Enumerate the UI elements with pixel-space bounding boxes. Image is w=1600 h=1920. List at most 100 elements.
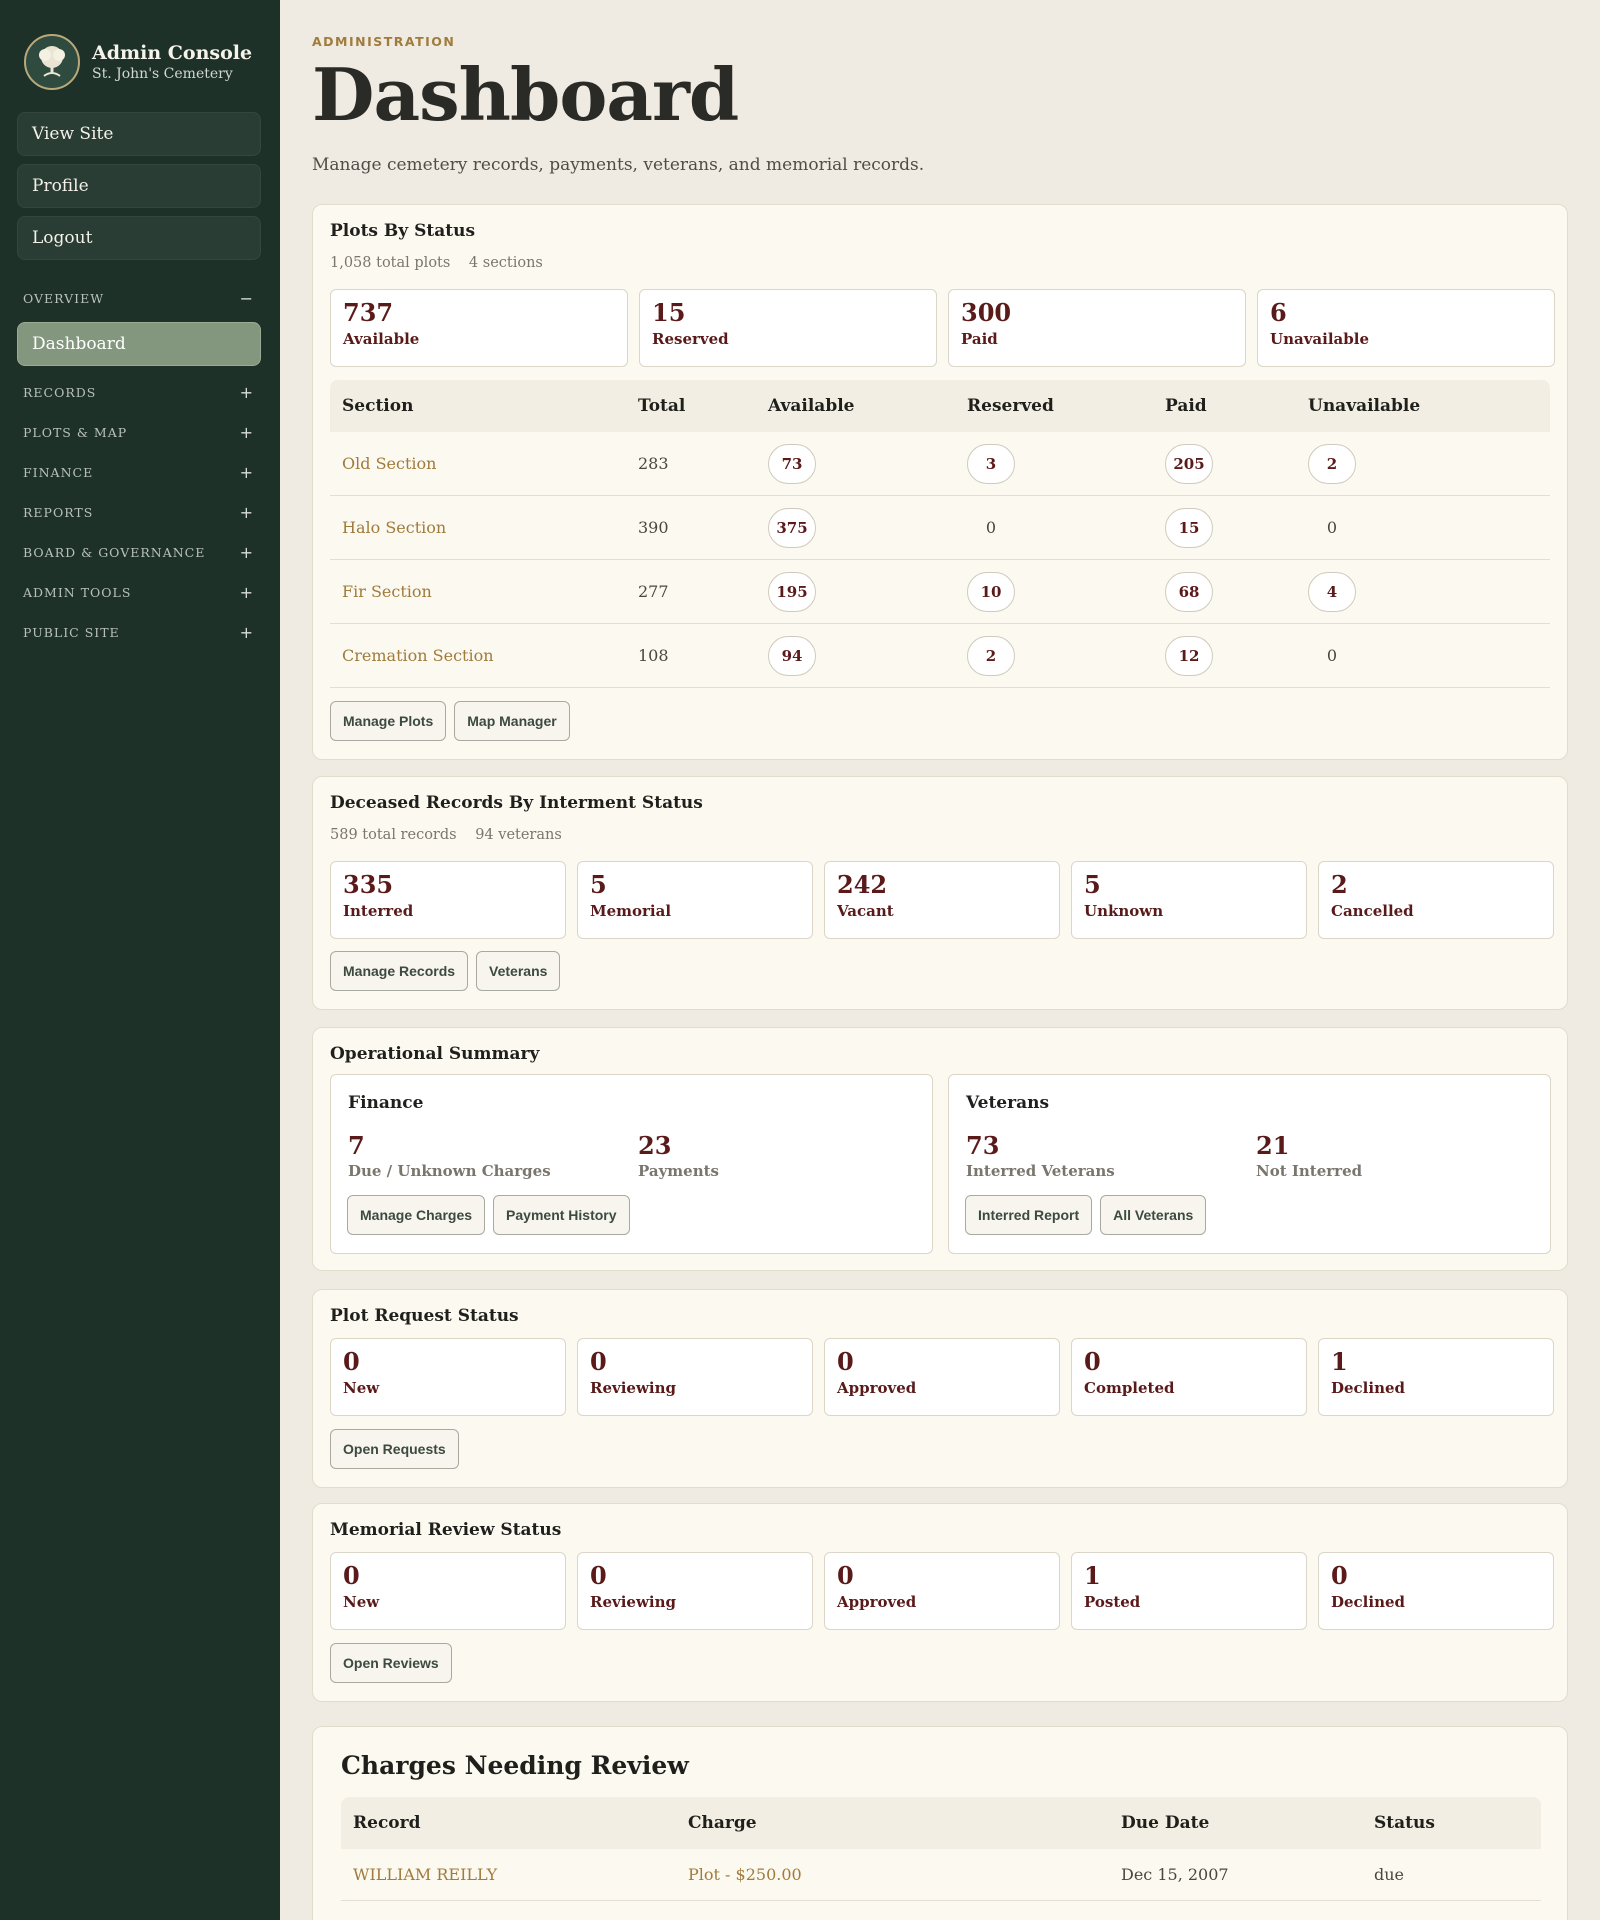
- stat-value: 0: [343, 1347, 360, 1376]
- interred-report-button[interactable]: Interred Report: [965, 1195, 1093, 1235]
- memorial-review-status-card: Memorial Review Status 0 New 0 Reviewing…: [312, 1503, 1568, 1702]
- stat-value: 5: [1084, 870, 1101, 899]
- manage-plots-button[interactable]: Manage Plots: [330, 701, 447, 741]
- open-requests-button[interactable]: Open Requests: [330, 1429, 459, 1469]
- finance-panel: Finance 7 Due / Unknown Charges 23 Payme…: [330, 1074, 933, 1254]
- charge-link[interactable]: Plot - $250.00: [688, 1865, 802, 1884]
- veterans-button[interactable]: Veterans: [476, 951, 561, 991]
- stat-value: 737: [343, 298, 394, 327]
- all-veterans-button[interactable]: All Veterans: [1100, 1195, 1207, 1235]
- table-row: Halo Section 390 375 0 15 0: [330, 496, 1550, 560]
- status-cell: due: [1374, 1865, 1405, 1884]
- stat-value: 7: [348, 1131, 365, 1160]
- section-link[interactable]: Old Section: [342, 454, 436, 473]
- nav-section-overview[interactable]: OVERVIEW −: [0, 278, 280, 318]
- payment-history-button[interactable]: Payment History: [493, 1195, 630, 1235]
- stat-value: 1: [1331, 1347, 1348, 1376]
- stat-label: Unavailable: [1270, 330, 1369, 349]
- nav-section-plots-map[interactable]: PLOTS & MAP +: [0, 412, 280, 452]
- nav-section-board-governance[interactable]: BOARD & GOVERNANCE +: [0, 532, 280, 572]
- view-site-link[interactable]: View Site: [17, 112, 261, 156]
- tree-logo-icon: [24, 34, 80, 90]
- stat-value: 5: [590, 870, 607, 899]
- payments-stat: 23 Payments: [638, 1131, 719, 1180]
- nav-section-records[interactable]: RECORDS +: [0, 372, 280, 412]
- expand-icon[interactable]: +: [240, 383, 254, 402]
- manage-records-button[interactable]: Manage Records: [330, 951, 469, 991]
- operational-summary-card: Operational Summary Finance 7 Due / Unkn…: [312, 1027, 1568, 1271]
- stat-value: 0: [1331, 1561, 1348, 1590]
- nav-section-admin-tools[interactable]: ADMIN TOOLS +: [0, 572, 280, 612]
- map-manager-button[interactable]: Map Manager: [454, 701, 570, 741]
- expand-icon[interactable]: +: [240, 543, 254, 562]
- plot-stats: 737 Available 15 Reserved 300 Paid 6 Una…: [330, 289, 1555, 367]
- expand-icon[interactable]: +: [240, 463, 254, 482]
- nav-section-finance[interactable]: FINANCE +: [0, 452, 280, 492]
- manage-charges-button[interactable]: Manage Charges: [347, 1195, 486, 1235]
- stat-value: 1: [1084, 1561, 1101, 1590]
- count-pill: 195: [768, 571, 816, 612]
- plots-by-status-card: Plots By Status 1,058 total plots 4 sect…: [312, 204, 1568, 760]
- stat-label: New: [343, 1593, 380, 1612]
- profile-link[interactable]: Profile: [17, 164, 261, 208]
- collapse-icon[interactable]: −: [240, 289, 254, 308]
- stat-reserved: 15 Reserved: [639, 289, 937, 367]
- count-pill: 73: [768, 443, 816, 484]
- interred-veterans-stat: 73 Interred Veterans: [966, 1131, 1115, 1180]
- due-date-cell: Dec 15, 2007: [1121, 1865, 1229, 1884]
- review-stats: 0 New 0 Reviewing 0 Approved 1 Posted 0 …: [330, 1552, 1554, 1630]
- stat-label: Posted: [1084, 1593, 1141, 1612]
- count-pill: 2: [967, 635, 1015, 676]
- stat-label: Approved: [837, 1379, 917, 1398]
- column-header: Paid: [1165, 396, 1207, 416]
- section-link[interactable]: Fir Section: [342, 582, 432, 601]
- stat-label: Declined: [1331, 1379, 1406, 1398]
- expand-icon[interactable]: +: [240, 423, 254, 442]
- stat-memorial: 5 Memorial: [577, 861, 813, 939]
- stat-value: 242: [837, 870, 888, 899]
- stat-approved: 0 Approved: [824, 1338, 1060, 1416]
- logout-link[interactable]: Logout: [17, 216, 261, 260]
- count-pill: 15: [1165, 507, 1213, 548]
- record-link[interactable]: WILLIAM REILLY: [353, 1865, 497, 1884]
- stat-reviewing: 0 Reviewing: [577, 1552, 813, 1630]
- card-meta: 1,058 total plots 4 sections: [330, 255, 557, 271]
- stat-label: Completed: [1084, 1379, 1175, 1398]
- total-records: 589 total records: [330, 827, 457, 843]
- charges-table: Record Charge Due Date Status WILLIAM RE…: [341, 1797, 1541, 1901]
- console-title: Admin Console: [92, 42, 253, 64]
- sidebar-item-dashboard[interactable]: Dashboard: [17, 322, 261, 366]
- nav-section-label: FINANCE: [23, 464, 94, 480]
- nav-section-label: OVERVIEW: [23, 290, 105, 306]
- open-reviews-button[interactable]: Open Reviews: [330, 1643, 452, 1683]
- stat-label: Interred Veterans: [966, 1162, 1115, 1180]
- stat-label: Vacant: [837, 902, 894, 921]
- charges-needing-review-card: Charges Needing Review Record Charge Due…: [312, 1726, 1568, 1920]
- stat-value: 0: [590, 1347, 607, 1376]
- expand-icon[interactable]: +: [240, 503, 254, 522]
- stat-new: 0 New: [330, 1552, 566, 1630]
- finance-actions: Manage Charges Payment History: [347, 1195, 630, 1235]
- nav-section-label: PLOTS & MAP: [23, 424, 128, 440]
- expand-icon[interactable]: +: [240, 623, 254, 642]
- section-link[interactable]: Halo Section: [342, 518, 446, 537]
- count-pill: 10: [967, 571, 1015, 612]
- stat-label: Declined: [1331, 1593, 1406, 1612]
- section-link[interactable]: Cremation Section: [342, 646, 494, 665]
- total-cell: 277: [638, 582, 669, 601]
- expand-icon[interactable]: +: [240, 583, 254, 602]
- total-cell: 390: [638, 518, 669, 537]
- nav-section-reports[interactable]: REPORTS +: [0, 492, 280, 532]
- stat-value: 2: [1331, 870, 1348, 899]
- zero-count: 0: [1326, 518, 1338, 537]
- total-plots: 1,058 total plots: [330, 255, 451, 271]
- card-title: Deceased Records By Interment Status: [330, 793, 703, 813]
- nav-section-public-site[interactable]: PUBLIC SITE +: [0, 612, 280, 652]
- column-header: Section: [342, 396, 414, 416]
- page-subtitle: Manage cemetery records, payments, veter…: [312, 155, 925, 175]
- stat-label: Due / Unknown Charges: [348, 1162, 551, 1180]
- plots-table: Section Total Available Reserved Paid Un…: [330, 380, 1550, 688]
- stat-new: 0 New: [330, 1338, 566, 1416]
- panel-title: Finance: [348, 1093, 424, 1113]
- column-header: Due Date: [1121, 1813, 1210, 1833]
